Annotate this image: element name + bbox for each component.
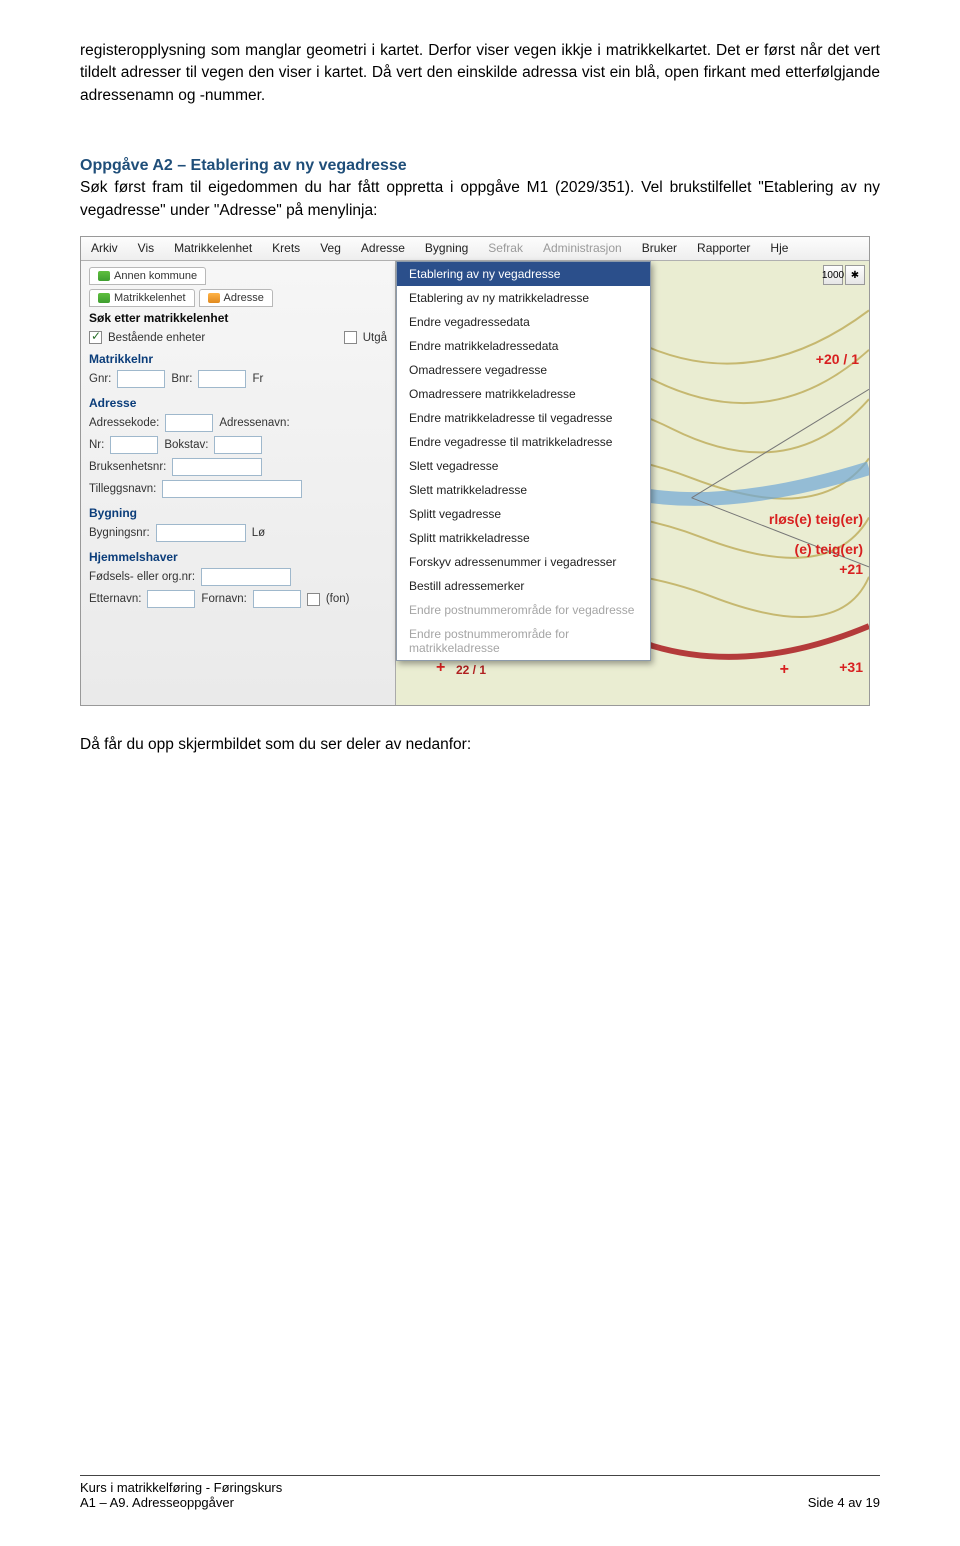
- label-bruksenhetsnr: Bruksenhetsnr:: [89, 461, 166, 473]
- menu-vis[interactable]: Vis: [128, 237, 164, 260]
- menuitem-splitt-vegadresse[interactable]: Splitt vegadresse: [397, 502, 650, 526]
- menuitem-forskyv-adressenummer[interactable]: Forskyv adressenummer i vegadresser: [397, 550, 650, 574]
- map-label-21: +21: [839, 561, 863, 577]
- group-bygning: Bygning: [89, 506, 387, 520]
- checkbox-bestaaende[interactable]: [89, 331, 102, 344]
- app-screenshot: Arkiv Vis Matrikkelenhet Krets Veg Adres…: [80, 236, 870, 706]
- menuitem-etablering-ny-vegadresse[interactable]: Etablering av ny vegadresse: [397, 262, 650, 286]
- map-scale-button[interactable]: 1000: [823, 265, 843, 285]
- group-adresse: Adresse: [89, 396, 387, 410]
- footer-line-2: A1 – A9. Adresseoppgåver: [80, 1495, 282, 1510]
- tab-matrikkelenhet[interactable]: Matrikkelenhet: [89, 289, 195, 307]
- menu-arkiv[interactable]: Arkiv: [81, 237, 128, 260]
- folder-icon: [208, 293, 220, 303]
- map-tool-icon[interactable]: ✱: [845, 265, 865, 285]
- tab-annen-kommune[interactable]: Annen kommune: [89, 267, 206, 285]
- input-bruksenhetsnr[interactable]: [172, 458, 262, 476]
- menuitem-slett-matrikkeladresse[interactable]: Slett matrikkeladresse: [397, 478, 650, 502]
- label-lo: Lø: [252, 527, 265, 539]
- checkbox-utga[interactable]: [344, 331, 357, 344]
- menu-administrasjon: Administrasjon: [533, 237, 632, 260]
- folder-icon: [98, 293, 110, 303]
- label-bokstav: Bokstav:: [164, 439, 208, 451]
- map-toolbar: 1000 ✱: [823, 265, 865, 285]
- page-footer: Kurs i matrikkelføring - Føringskurs A1 …: [80, 1475, 880, 1510]
- menuitem-omadressere-matrikkeladresse[interactable]: Omadressere matrikkeladresse: [397, 382, 650, 406]
- input-adressekode[interactable]: [165, 414, 213, 432]
- input-fornavn[interactable]: [253, 590, 301, 608]
- label-fr: Fr: [252, 373, 263, 385]
- menubar: Arkiv Vis Matrikkelenhet Krets Veg Adres…: [81, 237, 869, 261]
- tab-label: Adresse: [224, 292, 264, 304]
- input-bokstav[interactable]: [214, 436, 262, 454]
- menu-sefrak: Sefrak: [478, 237, 533, 260]
- label-bygningsnr: Bygningsnr:: [89, 527, 150, 539]
- input-nr[interactable]: [110, 436, 158, 454]
- map-label-22-1: 22 / 1: [456, 663, 486, 677]
- input-bygningsnr[interactable]: [156, 524, 246, 542]
- menu-krets[interactable]: Krets: [262, 237, 310, 260]
- input-bnr[interactable]: [198, 370, 246, 388]
- menuitem-endre-matrikkeladressedata[interactable]: Endre matrikkeladressedata: [397, 334, 650, 358]
- label-etternavn: Etternavn:: [89, 593, 141, 605]
- menuitem-etablering-ny-matrikkeladresse[interactable]: Etablering av ny matrikkeladresse: [397, 286, 650, 310]
- intro-paragraph: registeropplysning som manglar geometri …: [80, 40, 880, 107]
- footer-page: Side 4 av 19: [808, 1495, 880, 1510]
- input-fodsels-org[interactable]: [201, 568, 291, 586]
- tab-label: Matrikkelenhet: [114, 292, 186, 304]
- map-plus-icon: +: [436, 659, 445, 677]
- menuitem-omadressere-vegadresse[interactable]: Omadressere vegadresse: [397, 358, 650, 382]
- menu-hjelp[interactable]: Hje: [760, 237, 798, 260]
- checkbox-bestaaende-label: Bestående enheter: [108, 332, 205, 344]
- menu-matrikkelenhet[interactable]: Matrikkelenhet: [164, 237, 262, 260]
- map-label-31: +31: [839, 659, 863, 675]
- adresse-dropdown-menu: Etablering av ny vegadresse Etablering a…: [396, 261, 651, 661]
- menu-veg[interactable]: Veg: [310, 237, 351, 260]
- menuitem-endre-postnr-matrikkeladresse: Endre postnummerområde for matrikkeladre…: [397, 622, 650, 660]
- menuitem-splitt-matrikkeladresse[interactable]: Splitt matrikkeladresse: [397, 526, 650, 550]
- after-screenshot-text: Då får du opp skjermbildet som du ser de…: [80, 736, 880, 754]
- tab-label: Annen kommune: [114, 270, 197, 282]
- label-tilleggsnavn: Tilleggsnavn:: [89, 483, 156, 495]
- input-etternavn[interactable]: [147, 590, 195, 608]
- label-gnr: Gnr:: [89, 373, 111, 385]
- input-tilleggsnavn[interactable]: [162, 480, 302, 498]
- label-adressenavn: Adressenavn:: [219, 417, 289, 429]
- input-gnr[interactable]: [117, 370, 165, 388]
- menu-adresse[interactable]: Adresse: [351, 237, 415, 260]
- map-label-rlos: rløs(e) teig(er): [769, 511, 863, 527]
- menuitem-slett-vegadresse[interactable]: Slett vegadresse: [397, 454, 650, 478]
- menuitem-endre-vegadressedata[interactable]: Endre vegadressedata: [397, 310, 650, 334]
- label-fodsels-org: Fødsels- eller org.nr:: [89, 571, 195, 583]
- menu-bygning[interactable]: Bygning: [415, 237, 478, 260]
- panel-title: Søk etter matrikkelenhet: [89, 311, 387, 325]
- menuitem-endre-matrikkeladresse-til-vegadresse[interactable]: Endre matrikkeladresse til vegadresse: [397, 406, 650, 430]
- label-adressekode: Adressekode:: [89, 417, 159, 429]
- label-fon: (fon): [326, 593, 350, 605]
- section-body: Søk først fram til eigedommen du har fåt…: [80, 177, 880, 222]
- checkbox-fon[interactable]: [307, 593, 320, 606]
- map-label-20-1: +20 / 1: [816, 351, 859, 367]
- search-panel: Annen kommune Matrikkelenhet Adresse Søk…: [81, 261, 396, 705]
- menuitem-endre-postnr-vegadresse: Endre postnummerområde for vegadresse: [397, 598, 650, 622]
- map-label-teiger: (e) teig(er): [795, 541, 863, 557]
- section-heading: Oppgåve A2 – Etablering av ny vegadresse: [80, 157, 880, 175]
- folder-icon: [98, 271, 110, 281]
- group-matrikkelnr: Matrikkelnr: [89, 352, 387, 366]
- map-plus-icon: +: [780, 661, 789, 679]
- label-fornavn: Fornavn:: [201, 593, 246, 605]
- tab-adresse[interactable]: Adresse: [199, 289, 273, 307]
- footer-line-1: Kurs i matrikkelføring - Føringskurs: [80, 1480, 282, 1495]
- menu-rapporter[interactable]: Rapporter: [687, 237, 760, 260]
- menuitem-bestill-adressemerker[interactable]: Bestill adressemerker: [397, 574, 650, 598]
- label-bnr: Bnr:: [171, 373, 192, 385]
- menuitem-endre-vegadresse-til-matrikkeladresse[interactable]: Endre vegadresse til matrikkeladresse: [397, 430, 650, 454]
- label-nr: Nr:: [89, 439, 104, 451]
- checkbox-utga-label: Utgå: [363, 332, 387, 344]
- group-hjemmelshaver: Hjemmelshaver: [89, 550, 387, 564]
- menu-bruker[interactable]: Bruker: [632, 237, 687, 260]
